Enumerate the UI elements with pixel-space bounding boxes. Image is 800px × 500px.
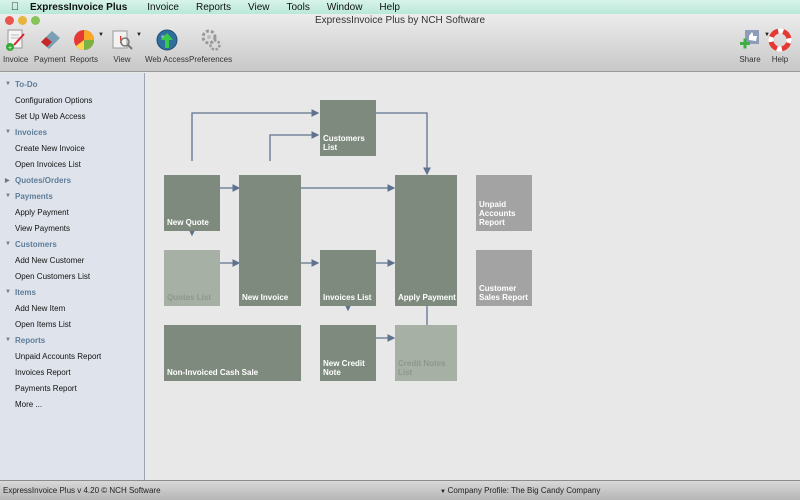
flow-apply-payment[interactable]: Apply Payment bbox=[395, 175, 457, 306]
sidebar-item-create-new-invoice[interactable]: Create New Invoice bbox=[0, 140, 144, 156]
sidebar: ▼ To-Do Configuration Options Set Up Web … bbox=[0, 73, 145, 480]
menu-app-name[interactable]: ExpressInvoice Plus bbox=[30, 2, 127, 13]
sidebar-item-view-payments[interactable]: View Payments bbox=[0, 220, 144, 236]
sidebar-group-invoices[interactable]: ▼ Invoices bbox=[0, 124, 144, 140]
sidebar-item-more[interactable]: More ... bbox=[0, 396, 144, 412]
arrow-customers-list-to-apply-payment bbox=[376, 112, 431, 176]
help-lifebuoy-icon bbox=[768, 28, 792, 52]
workflow-canvas: Customers List New Quote New Invoice App… bbox=[146, 73, 800, 480]
reports-dropdown-caret-icon: ▼ bbox=[98, 32, 104, 38]
sidebar-group-quotes-orders[interactable]: ▶ Quotes/Orders bbox=[0, 172, 144, 188]
menu-view[interactable]: View bbox=[248, 2, 270, 13]
dropdown-triangle-icon: ▼ bbox=[440, 489, 448, 495]
sidebar-group-reports[interactable]: ▼ Reports bbox=[0, 332, 144, 348]
sidebar-item-configuration-options[interactable]: Configuration Options bbox=[0, 92, 144, 108]
sidebar-item-add-new-item[interactable]: Add New Item bbox=[0, 300, 144, 316]
toolbar-web-access-button[interactable]: Web Access bbox=[145, 28, 189, 64]
toolbar-payment-label: Payment bbox=[34, 55, 66, 64]
share-icon: ▼ bbox=[738, 28, 770, 52]
flow-credit-notes-list[interactable]: Credit Notes List bbox=[395, 325, 457, 381]
flow-non-invoiced-cash-sale[interactable]: Non-Invoiced Cash Sale bbox=[164, 325, 301, 381]
expanded-triangle-icon: ▼ bbox=[5, 337, 11, 343]
expanded-triangle-icon: ▼ bbox=[5, 193, 11, 199]
expanded-triangle-icon: ▼ bbox=[5, 129, 11, 135]
flow-new-credit-note[interactable]: New Credit Note bbox=[320, 325, 376, 381]
flow-quotes-list[interactable]: Quotes List bbox=[164, 250, 220, 306]
toolbar-view-label: View bbox=[113, 55, 131, 64]
toolbar-invoice-button[interactable]: + Invoice bbox=[3, 28, 28, 64]
expanded-triangle-icon: ▼ bbox=[5, 241, 11, 247]
toolbar-share-label: Share bbox=[739, 55, 761, 64]
flow-customer-sales-report[interactable]: Customer Sales Report bbox=[476, 250, 532, 306]
flow-invoices-list[interactable]: Invoices List bbox=[320, 250, 376, 306]
sidebar-item-open-customers-list[interactable]: Open Customers List bbox=[0, 268, 144, 284]
toolbar-invoice-label: Invoice bbox=[3, 55, 29, 64]
view-dropdown-caret-icon: ▼ bbox=[136, 32, 142, 38]
sidebar-item-open-items-list[interactable]: Open Items List bbox=[0, 316, 144, 332]
menu-invoice[interactable]: Invoice bbox=[147, 2, 179, 13]
sidebar-group-label: Customers bbox=[15, 239, 57, 249]
collapsed-triangle-icon: ▶ bbox=[5, 177, 10, 184]
expanded-triangle-icon: ▼ bbox=[5, 289, 11, 295]
toolbar-preferences-label: Preferences bbox=[189, 55, 233, 64]
sidebar-group-todo[interactable]: ▼ To-Do bbox=[0, 76, 144, 92]
toolbar-view-button[interactable]: ! ▼ View bbox=[110, 28, 142, 64]
company-profile-text: Company Profile: The Big Candy Company bbox=[447, 486, 601, 495]
menu-window[interactable]: Window bbox=[327, 2, 363, 13]
menu-help[interactable]: Help bbox=[379, 2, 400, 13]
preferences-icon bbox=[199, 28, 223, 52]
sidebar-group-payments[interactable]: ▼ Payments bbox=[0, 188, 144, 204]
sidebar-group-label: Reports bbox=[15, 335, 46, 345]
sidebar-group-items[interactable]: ▼ Items bbox=[0, 284, 144, 300]
menu-reports[interactable]: Reports bbox=[196, 2, 231, 13]
toolbar-web-access-label: Web Access bbox=[145, 55, 189, 64]
toolbar-reports-button[interactable]: ▼ Reports bbox=[70, 28, 104, 64]
reports-icon: ▼ bbox=[72, 28, 104, 52]
invoice-icon: + bbox=[4, 28, 28, 52]
sidebar-item-add-new-customer[interactable]: Add New Customer bbox=[0, 252, 144, 268]
payment-icon bbox=[38, 28, 62, 52]
sidebar-item-invoices-report[interactable]: Invoices Report bbox=[0, 364, 144, 380]
app-window: ExpressInvoice Plus by NCH Software + In… bbox=[0, 14, 800, 500]
sidebar-group-label: Quotes/Orders bbox=[15, 175, 72, 185]
sidebar-group-label: Payments bbox=[15, 191, 53, 201]
flow-customers-list[interactable]: Customers List bbox=[320, 100, 376, 156]
sidebar-item-set-up-web-access[interactable]: Set Up Web Access bbox=[0, 108, 144, 124]
web-access-icon bbox=[155, 28, 179, 52]
view-icon: ! ▼ bbox=[110, 28, 142, 52]
toolbar-payment-button[interactable]: Payment bbox=[34, 28, 66, 64]
arrow-new-quote-to-customers-list bbox=[191, 109, 320, 161]
sidebar-group-label: Items bbox=[15, 287, 36, 297]
sidebar-item-apply-payment[interactable]: Apply Payment bbox=[0, 204, 144, 220]
sidebar-group-customers[interactable]: ▼ Customers bbox=[0, 236, 144, 252]
company-profile-selector[interactable]: ▼ Company Profile: The Big Candy Company bbox=[440, 486, 600, 495]
toolbar-share-button[interactable]: ▼ Share bbox=[738, 28, 770, 64]
flow-unpaid-accounts-report[interactable]: Unpaid Accounts Report bbox=[476, 175, 532, 231]
title-toolbar: ExpressInvoice Plus by NCH Software + In… bbox=[0, 14, 800, 72]
window-title: ExpressInvoice Plus by NCH Software bbox=[314, 15, 486, 26]
menu-bar:  ExpressInvoice Plus Invoice Reports Vi… bbox=[0, 0, 800, 14]
toolbar-reports-label: Reports bbox=[70, 55, 99, 64]
expanded-triangle-icon: ▼ bbox=[5, 81, 11, 87]
apple-menu-icon[interactable]:  bbox=[0, 1, 30, 13]
svg-text:+: + bbox=[8, 45, 12, 52]
arrow-new-invoice-to-customers-list bbox=[269, 131, 320, 161]
flow-new-invoice[interactable]: New Invoice bbox=[239, 175, 301, 306]
sidebar-item-payments-report[interactable]: Payments Report bbox=[0, 380, 144, 396]
toolbar-preferences-button[interactable]: Preferences bbox=[189, 28, 232, 64]
sidebar-item-open-invoices-list[interactable]: Open Invoices List bbox=[0, 156, 144, 172]
toolbar-help-label: Help bbox=[771, 55, 789, 64]
menu-tools[interactable]: Tools bbox=[286, 2, 309, 13]
toolbar-help-button[interactable]: Help bbox=[768, 28, 792, 64]
version-text: ExpressInvoice Plus v 4.20 © NCH Softwar… bbox=[3, 486, 161, 495]
flow-new-quote[interactable]: New Quote bbox=[164, 175, 220, 231]
sidebar-group-label: To-Do bbox=[15, 79, 38, 89]
status-bar: ExpressInvoice Plus v 4.20 © NCH Softwar… bbox=[0, 480, 800, 500]
sidebar-group-label: Invoices bbox=[15, 127, 48, 137]
sidebar-item-unpaid-accounts-report[interactable]: Unpaid Accounts Report bbox=[0, 348, 144, 364]
